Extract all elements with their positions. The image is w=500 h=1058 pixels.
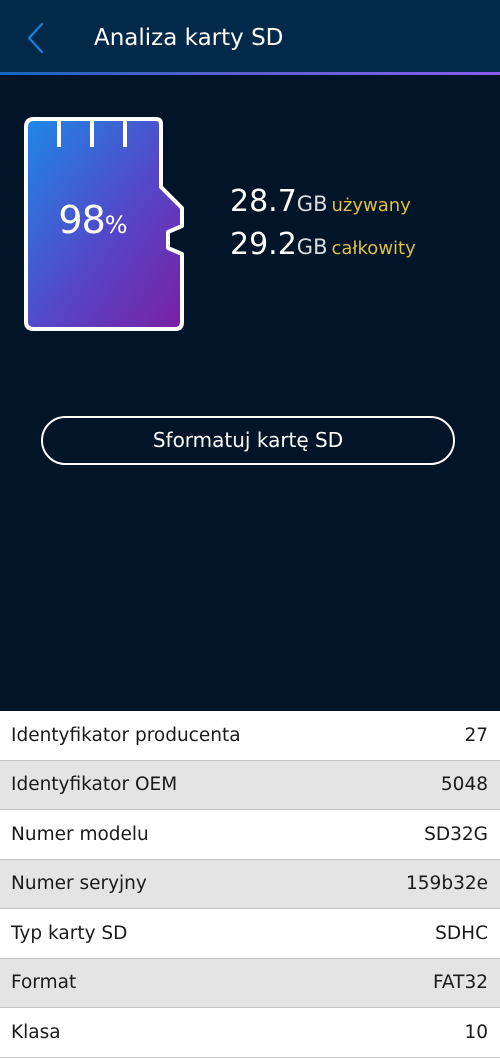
total-label: całkowity [331, 238, 416, 259]
info-row-card-type: Typ karty SD SDHC [0, 909, 500, 959]
info-row-class: Klasa 10 [0, 1008, 500, 1058]
info-row-format: Format FAT32 [0, 958, 500, 1008]
used-value: 28.7 [230, 184, 297, 219]
total-storage: 29.2GB całkowity [230, 227, 416, 267]
format-sd-card-button[interactable]: Sformatuj kartę SD [41, 416, 455, 465]
info-row-oem-id: Identyfikator OEM 5048 [0, 760, 500, 810]
info-value: SDHC [435, 922, 488, 944]
total-unit: GB [296, 235, 328, 259]
info-row-serial-number: Numer seryjny 159b32e [0, 859, 500, 909]
info-value: 10 [464, 1021, 488, 1043]
used-storage: 28.7GB używany [230, 184, 411, 224]
page-title: Analiza karty SD [94, 25, 284, 51]
total-value: 29.2 [230, 227, 297, 262]
usage-percent-sign: % [104, 211, 128, 239]
sd-card-info-table: Identyfikator producenta 27 Identyfikato… [0, 711, 500, 1058]
info-value: SD32G [424, 823, 488, 845]
used-label: używany [331, 195, 411, 216]
usage-percent: 98% [22, 198, 164, 242]
used-unit: GB [296, 192, 328, 216]
info-value: 5048 [440, 774, 488, 796]
info-value: FAT32 [432, 972, 488, 994]
info-label: Identyfikator producenta [11, 724, 241, 746]
info-value: 27 [464, 724, 488, 746]
info-value: 159b32e [406, 873, 488, 895]
info-row-manufacturer-id: Identyfikator producenta 27 [0, 711, 500, 761]
info-label: Typ karty SD [11, 922, 128, 944]
usage-percent-value: 98 [58, 198, 105, 242]
back-chevron-icon[interactable] [22, 20, 48, 56]
info-label: Numer seryjny [11, 873, 147, 895]
info-label: Format [11, 972, 77, 994]
info-row-model-number: Numer modelu SD32G [0, 810, 500, 860]
header-accent-line [0, 72, 500, 75]
app-header: Analiza karty SD [0, 0, 500, 72]
info-label: Numer modelu [11, 823, 149, 845]
info-label: Klasa [11, 1021, 61, 1043]
info-label: Identyfikator OEM [11, 774, 178, 796]
